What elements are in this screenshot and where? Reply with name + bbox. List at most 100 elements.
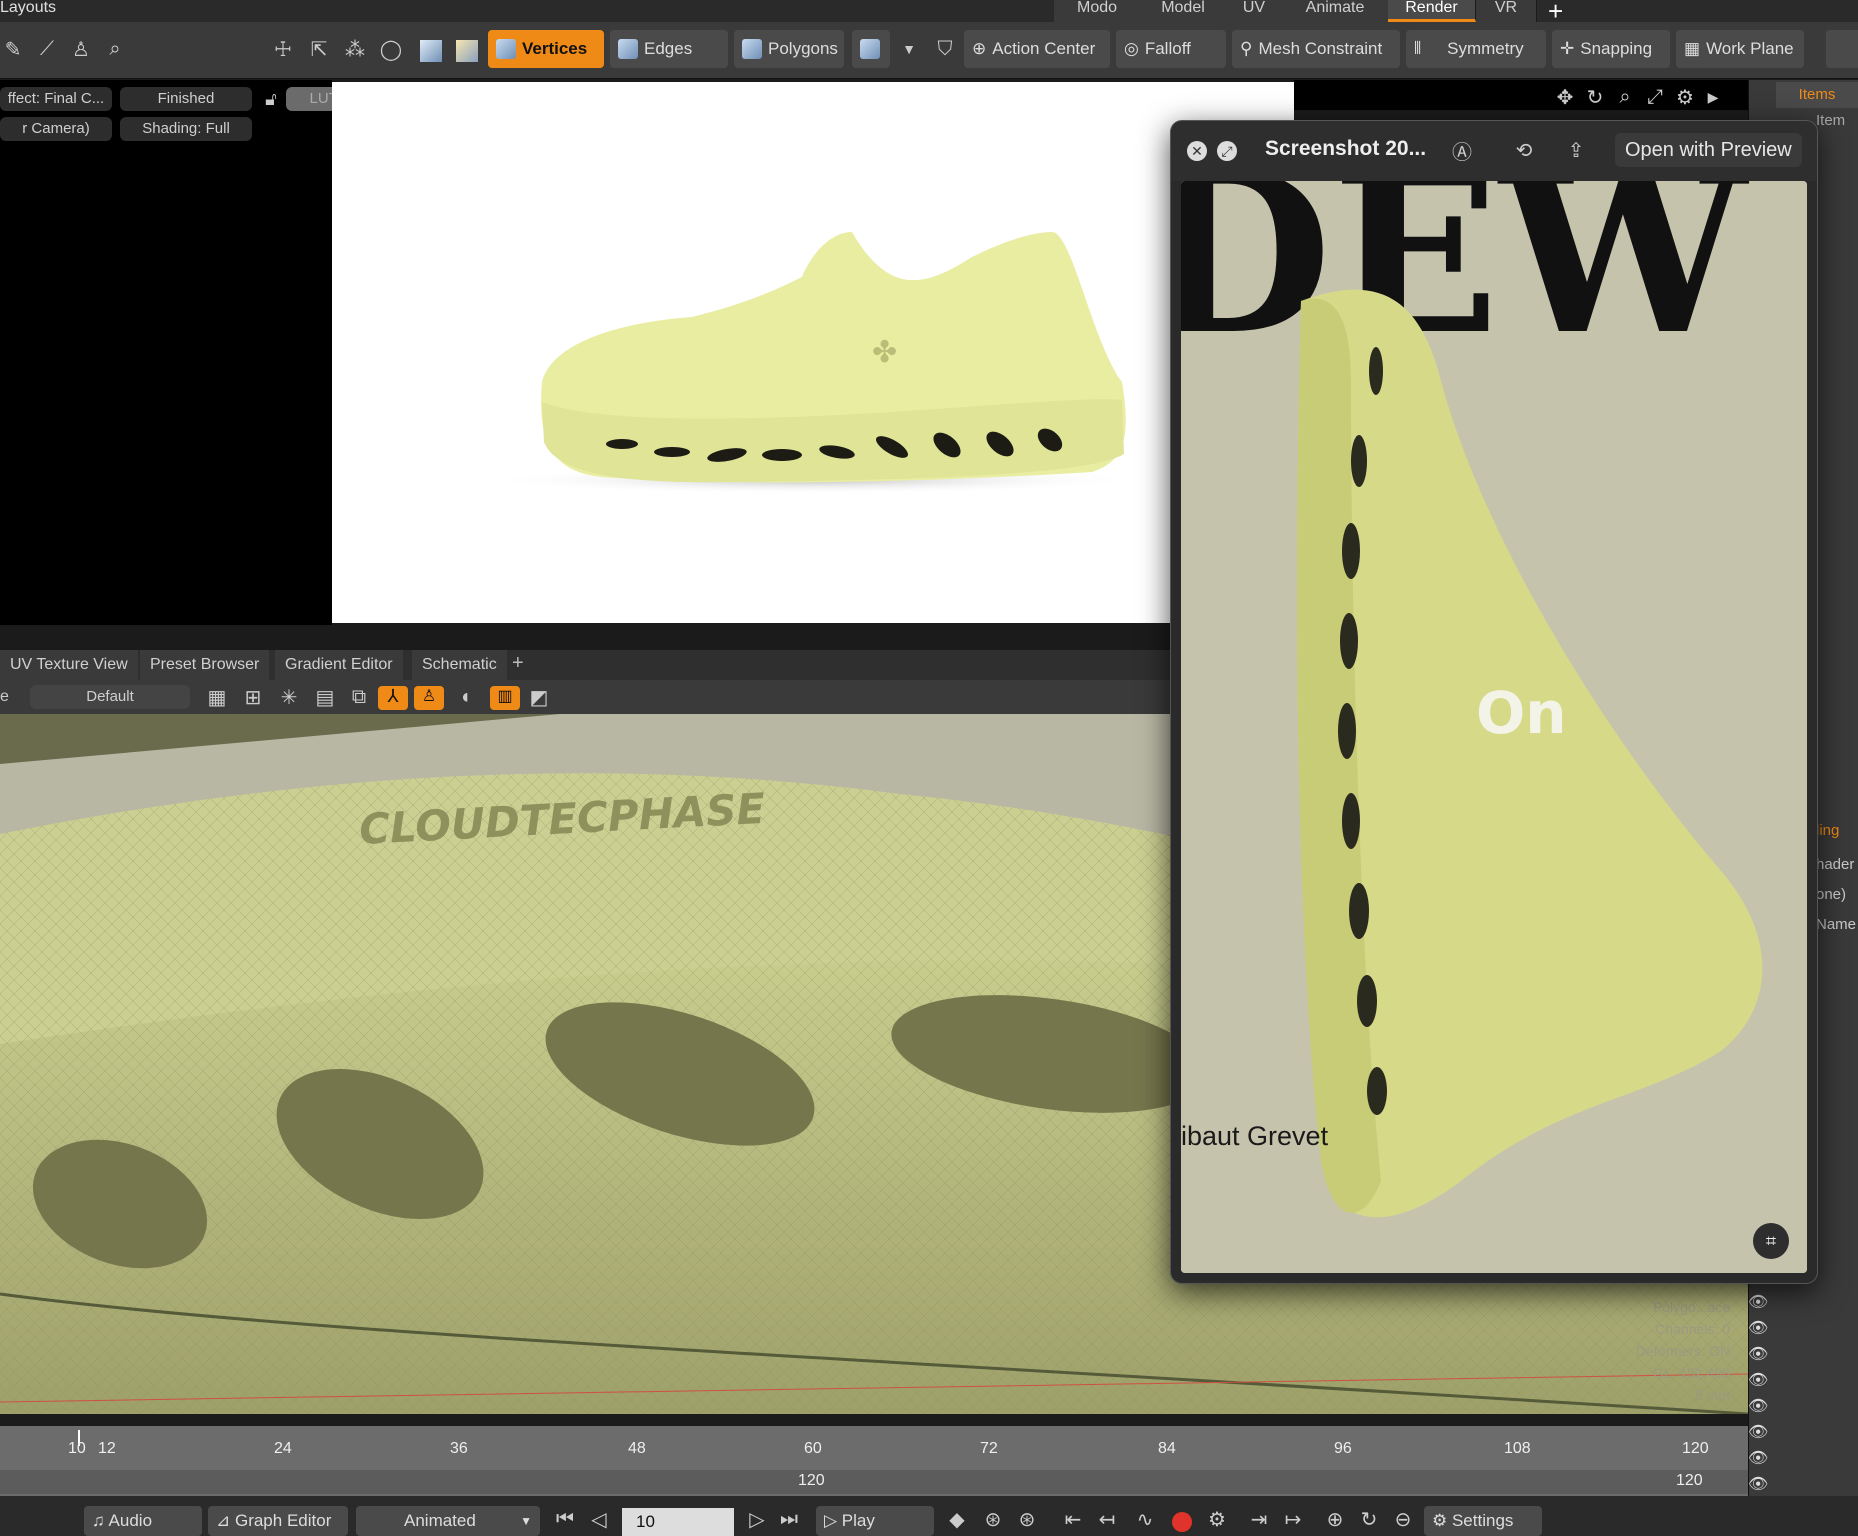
light-icon[interactable]: ◖ — [452, 684, 478, 710]
symmetry-button[interactable]: ⫴ Symmetry — [1406, 30, 1546, 68]
refresh-key-icon[interactable]: ↻ — [1356, 1506, 1382, 1532]
toolbar-overflow-button[interactable] — [1826, 30, 1858, 68]
eye-icon[interactable]: 👁︎ — [1748, 1420, 1774, 1446]
tab-schematic[interactable]: Schematic — [412, 650, 507, 680]
keyframe-icon[interactable]: ◆ — [944, 1506, 970, 1532]
polygons-button[interactable]: Polygons — [734, 30, 844, 68]
shield-icon[interactable]: ⛉ — [932, 36, 958, 62]
layout-tab-modo[interactable]: Modo — [1054, 0, 1141, 22]
fullscreen-icon[interactable]: ⤢ — [1217, 141, 1237, 161]
brush-icon[interactable]: ⟋ — [34, 36, 60, 62]
live-text-icon[interactable]: ⌗ — [1753, 1223, 1789, 1259]
grid-icon[interactable]: ⊞ — [240, 684, 266, 710]
key-set-icon[interactable]: ⊛ — [1014, 1506, 1040, 1532]
viewport-mode-label[interactable]: e — [0, 688, 9, 706]
background-icon[interactable]: ◩ — [526, 684, 552, 710]
layout-tab-vr[interactable]: VR — [1476, 0, 1537, 22]
preview-window[interactable]: ✕ ⤢ Screenshot 20... Ⓐ ⟲ ⇪ Open with Pre… — [1170, 120, 1818, 1284]
component-mode-button[interactable] — [852, 30, 890, 68]
add-item-button[interactable]: Item — [1816, 112, 1845, 129]
mesh-constraint-button[interactable]: ⚲ Mesh Constraint — [1232, 30, 1400, 68]
eye-icon[interactable]: 👁︎ — [1748, 1290, 1774, 1316]
zoom-view-icon[interactable]: ⌕ — [1612, 84, 1638, 110]
edges-button[interactable]: Edges — [610, 30, 728, 68]
share-icon[interactable]: ⇪ — [1563, 137, 1589, 163]
step-back-icon[interactable]: ◁ — [586, 1506, 612, 1532]
axis-icon[interactable]: ⅄ — [378, 686, 408, 710]
magnifier-tool-icon[interactable]: ⌕ — [102, 36, 128, 62]
play-arrow-icon[interactable]: ▶ — [1700, 84, 1726, 110]
falloff-button[interactable]: ◎ Falloff — [1116, 30, 1226, 68]
step-forward-icon[interactable]: ▷ — [744, 1506, 770, 1532]
items-tab[interactable]: Items — [1776, 82, 1858, 108]
auto-key-icon[interactable]: ⊛ — [980, 1506, 1006, 1532]
unlock-icon[interactable]: 🔓︎ — [258, 86, 284, 112]
skip-start-icon[interactable]: ⏮ — [552, 1506, 578, 1532]
chevron-down-icon[interactable]: ▼ — [896, 36, 922, 62]
prev-frame-key-icon[interactable]: ↤ — [1094, 1506, 1120, 1532]
eye-icon[interactable]: 👁︎ — [1748, 1368, 1774, 1394]
audio-button[interactable]: ♫ Audio — [84, 1506, 202, 1536]
material-mode-icon[interactable] — [456, 40, 478, 62]
paint-select-icon[interactable]: ⁂ — [342, 36, 368, 62]
default-preset-pill[interactable]: Default — [30, 685, 190, 709]
skip-end-icon[interactable]: ⏭ — [776, 1506, 802, 1532]
add-bottom-tab-button[interactable]: + — [512, 652, 524, 675]
prev-key-icon[interactable]: ⇤ — [1060, 1506, 1086, 1532]
graph-editor-button[interactable]: ⊿ Graph Editor — [208, 1506, 348, 1536]
vertices-button[interactable]: Vertices — [488, 30, 604, 68]
timeline-range-bar[interactable] — [0, 1470, 1748, 1494]
person-icon[interactable]: ♙ — [414, 686, 444, 710]
shading-pill[interactable]: Shading: Full — [120, 117, 252, 141]
shading-tab[interactable]: ling — [1816, 822, 1839, 839]
tab-uv-texture-view[interactable]: UV Texture View — [0, 650, 138, 680]
layout-tab-animate[interactable]: Animate — [1282, 0, 1389, 22]
action-center-button[interactable]: ⊕ Action Center — [964, 30, 1110, 68]
effect-pill[interactable]: ffect: Final C... — [0, 87, 112, 111]
work-plane-button[interactable]: ▦ Work Plane — [1676, 30, 1804, 68]
hatch-icon[interactable]: ▤ — [312, 684, 338, 710]
layout-tab-render[interactable]: Render — [1388, 0, 1476, 22]
texture-icon[interactable]: ▥ — [490, 686, 520, 710]
next-frame-key-icon[interactable]: ↦ — [1280, 1506, 1306, 1532]
delete-key-icon[interactable]: ⊖ — [1390, 1506, 1416, 1532]
animated-dropdown[interactable]: Animated ▼ — [356, 1506, 540, 1536]
eye-icon[interactable]: 👁︎ — [1748, 1446, 1774, 1472]
rotate-icon[interactable]: ⟲ — [1511, 137, 1537, 163]
layout-tab-model[interactable]: Model — [1140, 0, 1227, 22]
eye-icon[interactable]: 👁︎ — [1748, 1472, 1774, 1498]
gear-icon[interactable]: ⚙ — [1672, 84, 1698, 110]
checker-icon[interactable]: ▦ — [204, 684, 230, 710]
snapping-button[interactable]: ✛ Snapping — [1552, 30, 1670, 68]
select-tool-icon[interactable]: ⇱ — [306, 36, 332, 62]
eye-icon[interactable]: 👁︎ — [1748, 1316, 1774, 1342]
markup-icon[interactable]: Ⓐ — [1449, 137, 1475, 164]
frame-icon[interactable]: ⧉ — [346, 684, 372, 710]
pivot-tool-icon[interactable]: ☩ — [270, 36, 296, 62]
layout-tab-uv[interactable]: UV — [1226, 0, 1283, 22]
maximize-icon[interactable]: ⤢ — [1642, 84, 1668, 110]
tab-preset-browser[interactable]: Preset Browser — [140, 650, 270, 680]
item-mode-icon[interactable] — [420, 40, 442, 62]
eye-icon[interactable]: 👁︎ — [1748, 1394, 1774, 1420]
curve-icon[interactable]: ∿ — [1132, 1506, 1158, 1532]
eye-icon[interactable]: 👁︎ — [1748, 1342, 1774, 1368]
open-with-preview-button[interactable]: Open with Preview — [1615, 133, 1802, 167]
tab-gradient-editor[interactable]: Gradient Editor — [275, 650, 403, 680]
close-icon[interactable]: ✕ — [1187, 141, 1207, 161]
record-options-icon[interactable]: ⚙ — [1204, 1506, 1230, 1532]
panel-separator[interactable] — [0, 625, 1180, 637]
play-button[interactable]: ▷ Play — [816, 1506, 934, 1536]
stamp-icon[interactable]: ♙ — [68, 36, 94, 62]
rotate-view-icon[interactable]: ↻ — [1582, 84, 1608, 110]
lasso-icon[interactable]: ◯ — [378, 36, 404, 62]
camera-pill[interactable]: r Camera) — [0, 117, 112, 141]
frame-input[interactable]: 10 — [622, 1508, 734, 1536]
move-view-icon[interactable]: ✥ — [1552, 84, 1578, 110]
add-key-icon[interactable]: ⊕ — [1322, 1506, 1348, 1532]
wire-icon[interactable]: ✳ — [276, 684, 302, 710]
settings-button[interactable]: ⚙ Settings — [1424, 1506, 1542, 1536]
record-icon[interactable] — [1172, 1512, 1192, 1532]
pen-icon[interactable]: ✎ — [0, 36, 26, 62]
next-key-icon[interactable]: ⇥ — [1246, 1506, 1272, 1532]
